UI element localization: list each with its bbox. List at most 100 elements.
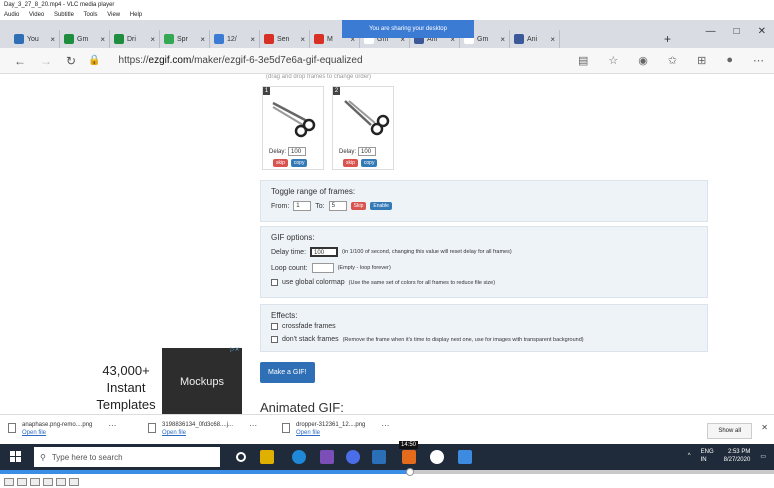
browser-tab[interactable]: Spr ×	[160, 30, 210, 48]
next-icon[interactable]	[43, 478, 53, 486]
global-colormap-checkbox[interactable]	[271, 279, 278, 286]
menu-audio[interactable]: Audio	[4, 12, 19, 18]
download-item[interactable]: anaphase.png-remo....png Open file ⋯	[8, 421, 116, 437]
collections-icon[interactable]: ⊞	[697, 54, 706, 67]
browser-tab[interactable]: Gm ×	[60, 30, 110, 48]
url-domain: ezgif.com	[148, 55, 192, 66]
from-input[interactable]: 1	[293, 201, 312, 211]
vlc-icon[interactable]	[402, 450, 416, 464]
scissors-icon	[344, 100, 390, 136]
tab-label: Gm	[477, 35, 489, 43]
fullscreen-icon[interactable]	[56, 478, 66, 486]
skip-button[interactable]: skip	[343, 159, 358, 167]
tab-close-icon[interactable]: ×	[150, 35, 155, 44]
edge-icon[interactable]	[292, 450, 306, 464]
delay-time-input[interactable]: 100	[310, 247, 339, 257]
tab-close-icon[interactable]: ×	[50, 35, 55, 44]
skip-button[interactable]: skip	[273, 159, 288, 167]
play-icon[interactable]	[4, 478, 14, 486]
frame-delay: Delay: 100	[269, 147, 307, 156]
star-icon[interactable]: ☆	[608, 54, 618, 67]
file-explorer-icon[interactable]	[260, 450, 274, 464]
download-item[interactable]: dropper-312361_12....png Open file ⋯	[282, 421, 389, 437]
more-options-icon[interactable]: ⋯	[381, 421, 389, 430]
skip-range-button[interactable]: Skip	[350, 202, 367, 210]
delay-time-label: Delay time:	[271, 248, 307, 256]
url-field[interactable]: https://ezgif.com/maker/ezgif-6-3e5d7e6a…	[119, 55, 363, 66]
cortana-icon[interactable]	[236, 452, 246, 462]
tab-close-icon[interactable]: ×	[300, 35, 305, 44]
download-item[interactable]: 3198836134_0fd3c68....j... Open file ⋯	[148, 421, 257, 437]
extension-icon[interactable]: ◉	[638, 54, 648, 67]
tab-close-icon[interactable]: ×	[500, 35, 505, 44]
browser-tab[interactable]: Dri ×	[110, 30, 160, 48]
dont-stack-checkbox[interactable]	[271, 336, 278, 343]
clock[interactable]: 2:53 PM 8/27/2020	[724, 448, 751, 464]
to-input[interactable]: 5	[328, 201, 347, 211]
favorites-icon[interactable]: ✩	[668, 54, 677, 67]
more-options-icon[interactable]: ⋯	[108, 421, 116, 430]
new-tab-button[interactable]: +	[660, 30, 671, 48]
refresh-icon[interactable]: ↻	[66, 54, 76, 68]
delay-input[interactable]: 100	[288, 147, 307, 156]
profile-icon[interactable]: ●	[726, 54, 733, 67]
show-all-button[interactable]: Show all	[707, 423, 752, 439]
browser-tab[interactable]: Sen ×	[260, 30, 310, 48]
copy-button[interactable]: copy	[360, 159, 378, 167]
chrome-icon[interactable]	[346, 450, 360, 464]
language-indicator[interactable]: ENG	[701, 448, 714, 456]
copy-button[interactable]: copy	[290, 159, 308, 167]
close-downloads-icon[interactable]: ✕	[761, 423, 768, 432]
loop-count-input[interactable]	[311, 263, 334, 273]
open-file-link[interactable]: Open file	[296, 429, 365, 437]
file-icon	[8, 423, 16, 433]
frame-card[interactable]: 1 Delay: 100 skip copy	[262, 86, 324, 170]
crossfade-checkbox[interactable]	[271, 323, 278, 330]
open-file-link[interactable]: Open file	[22, 429, 92, 437]
tab-favicon-icon	[514, 34, 524, 44]
photos-icon[interactable]	[458, 450, 472, 464]
tab-close-icon[interactable]: ×	[200, 35, 205, 44]
make-gif-button[interactable]: Make a GIF!	[260, 362, 315, 383]
delay-input[interactable]: 100	[358, 147, 377, 156]
menu-tools[interactable]: Tools	[84, 12, 98, 18]
more-options-icon[interactable]: ⋯	[249, 421, 257, 430]
delay-time-hint: (in 1/100 of second, changing this value…	[342, 249, 512, 255]
tab-close-icon[interactable]: ×	[250, 35, 255, 44]
vlc-seek-bar[interactable]	[0, 468, 774, 476]
taskbar-search[interactable]: ⚲ Type here to search	[34, 447, 220, 467]
tab-close-icon[interactable]: ×	[100, 35, 105, 44]
browser-tab[interactable]: You ×	[10, 30, 60, 48]
notifications-icon[interactable]: ▭	[760, 453, 766, 460]
browser-tab[interactable]: 12/ ×	[210, 30, 260, 48]
browser-tab[interactable]: Ani ×	[510, 30, 560, 48]
stop-icon[interactable]	[30, 478, 40, 486]
ad-close-icon[interactable]: ▷✕	[230, 346, 240, 353]
back-icon[interactable]: ←	[14, 54, 26, 68]
minimize-button[interactable]: —	[706, 26, 716, 37]
menu-video[interactable]: Video	[29, 12, 44, 18]
frame-card[interactable]: 2 Delay: 100 skip copy	[332, 86, 394, 170]
more-icon[interactable]: ⋯	[753, 54, 764, 67]
playlist-icon[interactable]	[69, 478, 79, 486]
menu-subtitle[interactable]: Subtitle	[54, 12, 74, 18]
tab-favicon-icon	[14, 34, 24, 44]
tab-close-icon[interactable]: ×	[550, 35, 555, 44]
windows-start-icon[interactable]	[10, 451, 22, 463]
paint-icon[interactable]	[320, 450, 334, 464]
media-icon[interactable]	[372, 450, 386, 464]
close-window-button[interactable]: ✕	[758, 26, 766, 37]
open-file-link[interactable]: Open file	[162, 429, 233, 437]
forward-icon[interactable]: →	[40, 54, 52, 68]
enable-range-button[interactable]: Enable	[370, 202, 392, 210]
reader-icon[interactable]: ▤	[578, 54, 588, 67]
maximize-button[interactable]: □	[734, 26, 740, 37]
menu-help[interactable]: Help	[130, 12, 142, 18]
ad-text: 43,000+ Instant Templates	[86, 362, 166, 413]
chevron-up-icon[interactable]: ^	[688, 453, 691, 459]
menu-view[interactable]: View	[107, 12, 120, 18]
advertisement[interactable]: 43,000+ Instant Templates Mockups ▷✕	[58, 346, 244, 414]
obs-icon[interactable]	[430, 450, 444, 464]
seek-handle[interactable]	[406, 468, 415, 476]
prev-icon[interactable]	[17, 478, 27, 486]
